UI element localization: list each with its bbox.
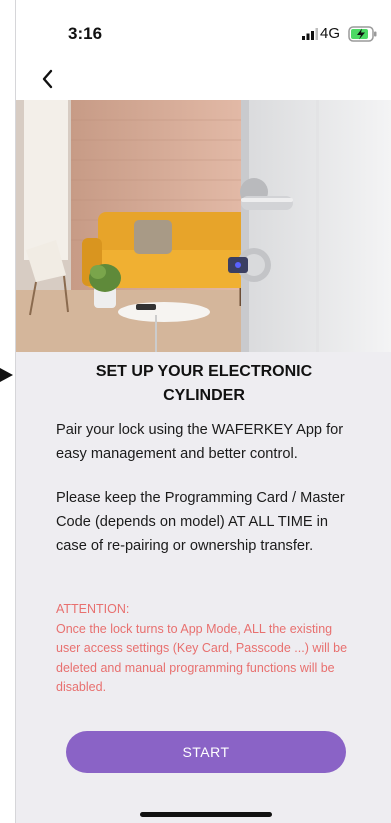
phone-screen: 3:16 4G SET UP YOUR ELECTRONIC CYLINDER …: [15, 0, 391, 823]
attention-body: Once the lock turns to App Mode, ALL the…: [56, 621, 348, 695]
battery-charging-icon: [348, 26, 377, 42]
back-button[interactable]: [36, 66, 60, 92]
network-label: 4G: [320, 25, 341, 42]
pairing-description: Pair your lock using the WAFERKEY App fo…: [56, 422, 344, 462]
chevron-left-icon: [42, 69, 53, 89]
page-title: SET UP YOUR ELECTRONIC CYLINDER: [95, 363, 313, 404]
home-indicator[interactable]: [140, 812, 272, 817]
signal-icon: [302, 28, 318, 40]
pointer-arrow-icon: [0, 368, 13, 382]
status-time: 3:16: [68, 24, 103, 43]
status-bar: 3:16 4G: [16, 0, 391, 100]
attention-notice: ATTENTION: Once the lock turns to App Mo…: [56, 600, 356, 698]
attention-heading: ATTENTION:: [56, 602, 130, 616]
hero-image: [16, 100, 391, 352]
start-button[interactable]: START: [66, 731, 346, 773]
master-code-notice: Please keep the Programming Card / Maste…: [56, 490, 345, 554]
